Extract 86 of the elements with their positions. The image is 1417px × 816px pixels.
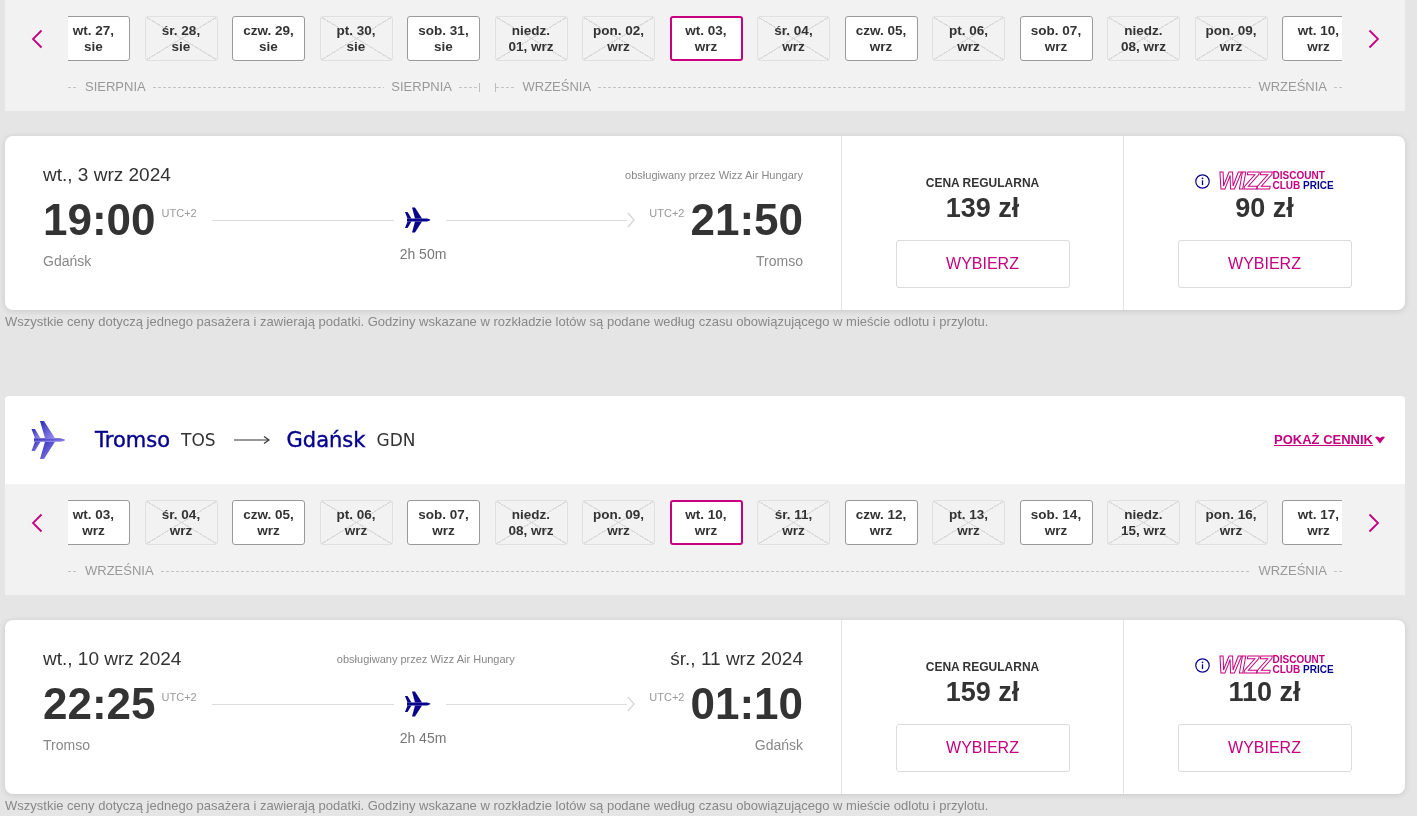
destination-city: Gdańsk xyxy=(286,427,366,453)
origin-city: Tromso xyxy=(95,427,170,453)
next-dates-button[interactable] xyxy=(1367,512,1380,533)
date-option[interactable]: pt. 06, wrz xyxy=(319,500,393,545)
flight-duration: 2h 45m xyxy=(399,729,447,748)
timezone-label: UTC+2 xyxy=(649,207,685,220)
departure-city: Tromso xyxy=(43,736,90,754)
date-option[interactable]: wt. 27, sie xyxy=(68,16,130,61)
previous-dates-button[interactable] xyxy=(30,512,43,533)
chevron-left-icon xyxy=(30,512,43,533)
date-option[interactable]: czw. 05, wrz xyxy=(844,16,918,61)
date-option[interactable]: niedz. 08, wrz xyxy=(1107,16,1180,61)
arrival-date: śr., 11 wrz 2024 xyxy=(670,647,803,671)
operator-text: obsługiwany przez Wizz Air Hungary xyxy=(625,168,803,182)
select-button[interactable]: WYBIERZ xyxy=(895,240,1070,288)
arrowhead-icon xyxy=(627,696,636,712)
date-option[interactable]: pon. 09, wrz xyxy=(582,500,655,545)
date-option[interactable]: wt. 03, wrz xyxy=(669,16,743,61)
date-option[interactable]: pt. 06, wrz xyxy=(932,16,1005,61)
arrival-time: 21:50 xyxy=(690,198,803,242)
date-option[interactable]: niedz. 01, wrz xyxy=(494,16,568,61)
date-option[interactable]: śr. 28, sie xyxy=(144,16,218,61)
departure-date: wt., 10 wrz 2024 xyxy=(43,647,182,671)
arrowhead-icon xyxy=(627,212,636,228)
info-icon[interactable] xyxy=(1195,657,1211,673)
arrival-time: 01:10 xyxy=(690,682,803,726)
month-label: SIERPNIA xyxy=(84,79,147,95)
date-option[interactable]: wt. 10, wrz xyxy=(669,500,743,545)
date-option[interactable]: śr. 04, wrz xyxy=(757,16,830,61)
price-note: Wszystkie ceny dotyczą jednego pasażera i zawierają podatki. Godziny wskazane w rozkładzie lotów są podane według czasu obowiązującego w mieście odlotu i przylotu. xyxy=(5,314,989,329)
select-button[interactable]: WYBIERZ xyxy=(1177,240,1352,288)
date-option[interactable]: sob. 31, sie xyxy=(407,16,480,61)
date-option[interactable]: wt. 10, wrz xyxy=(1282,16,1342,61)
date-option[interactable]: pt. 13, wrz xyxy=(932,500,1005,545)
date-option[interactable]: wt. 03, wrz xyxy=(68,500,130,545)
date-option[interactable]: sob. 07, wrz xyxy=(1019,16,1093,61)
month-label: WRZEŚNIA xyxy=(1257,79,1328,95)
select-button[interactable]: WYBIERZ xyxy=(1177,724,1352,772)
date-option[interactable]: sob. 07, wrz xyxy=(407,500,480,545)
date-option[interactable]: niedz. 08, wrz xyxy=(494,500,568,545)
month-label: SIERPNIA xyxy=(390,79,453,95)
month-label: WRZEŚNIA xyxy=(84,563,155,579)
date-option[interactable]: śr. 04, wrz xyxy=(144,500,218,545)
operator-text: obsługiwany przez Wizz Air Hungary xyxy=(336,652,515,666)
chevron-right-icon xyxy=(1367,512,1380,533)
date-option[interactable]: czw. 12, wrz xyxy=(844,500,918,545)
date-option[interactable]: pon. 02, wrz xyxy=(582,16,655,61)
date-option[interactable]: sob. 14, wrz xyxy=(1019,500,1093,545)
chevron-left-icon xyxy=(30,28,43,49)
airport-code: GDN xyxy=(376,429,416,451)
date-option[interactable]: pon. 09, wrz xyxy=(1194,16,1268,61)
month-label: WRZEŚNIA xyxy=(521,79,593,95)
fare-price: 90 zł xyxy=(1235,192,1294,224)
next-dates-button[interactable] xyxy=(1367,28,1380,49)
caret-down-icon xyxy=(1375,436,1385,444)
arrival-city: Tromso xyxy=(756,252,803,270)
departure-time: 19:00 xyxy=(43,198,156,242)
price-note: Wszystkie ceny dotyczą jednego pasażera i zawierają podatki. Godziny wskazane w rozkładzie lotów są podane według czasu obowiązującego w mieście odlotu i przylotu. xyxy=(5,798,989,813)
timezone-label: UTC+2 xyxy=(161,207,197,220)
airport-code: TOS xyxy=(181,429,216,451)
timezone-label: UTC+2 xyxy=(649,691,685,704)
flight-duration: 2h 50m xyxy=(399,245,447,264)
fare-price: 159 zł xyxy=(945,676,1020,708)
date-option[interactable]: czw. 29, sie xyxy=(232,16,305,61)
date-option[interactable]: pon. 16, wrz xyxy=(1194,500,1268,545)
date-option[interactable]: wt. 17, wrz xyxy=(1282,500,1342,545)
departure-city: Gdańsk xyxy=(43,252,92,270)
fare-title: CENA REGULARNA xyxy=(925,660,1040,674)
month-label: WRZEŚNIA xyxy=(1257,563,1328,579)
select-button[interactable]: WYBIERZ xyxy=(895,724,1070,772)
arrival-city: Gdańsk xyxy=(754,736,803,754)
fare-title: CENA REGULARNA xyxy=(925,176,1040,190)
date-option[interactable]: śr. 11, wrz xyxy=(757,500,830,545)
departure-time: 22:25 xyxy=(43,682,156,726)
previous-dates-button[interactable] xyxy=(30,28,43,49)
departure-date: wt., 3 wrz 2024 xyxy=(43,163,171,187)
timezone-label: UTC+2 xyxy=(161,691,197,704)
date-option[interactable]: niedz. 15, wrz xyxy=(1107,500,1180,545)
fare-price: 110 zł xyxy=(1228,676,1301,708)
arrow-icon xyxy=(233,435,270,445)
price-list-link[interactable]: POKAŻ CENNIK xyxy=(1274,432,1385,448)
chevron-right-icon xyxy=(1367,28,1380,49)
date-option[interactable]: czw. 05, wrz xyxy=(232,500,305,545)
date-option[interactable]: pt. 30, sie xyxy=(319,16,393,61)
fare-price: 139 zł xyxy=(945,192,1020,224)
info-icon[interactable] xyxy=(1195,173,1211,189)
